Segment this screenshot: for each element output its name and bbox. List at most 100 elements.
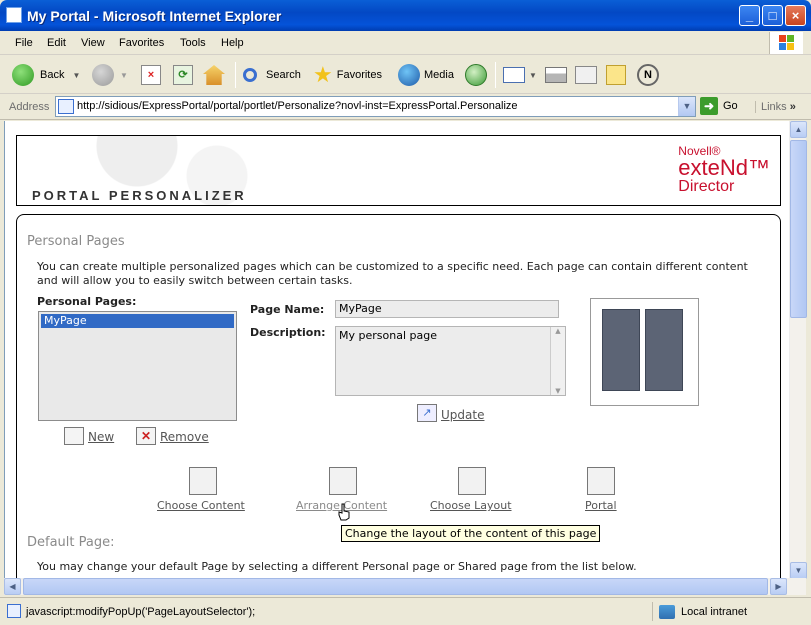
portal-icon[interactable] <box>587 467 615 495</box>
personalize-panel: Personal Pages You can create multiple p… <box>16 214 781 579</box>
favorites-button[interactable]: ★ Favorites <box>313 62 382 88</box>
go-label: Go <box>723 100 738 112</box>
messenger-button[interactable]: N <box>637 62 659 88</box>
mail-icon <box>503 67 525 83</box>
choose-layout-icon[interactable] <box>458 467 486 495</box>
edit-icon <box>575 66 597 84</box>
ie-app-icon <box>6 7 22 23</box>
go-arrow-icon: ➜ <box>700 97 718 115</box>
address-url: http://sidious/ExpressPortal/portal/port… <box>77 100 518 112</box>
edit-button[interactable] <box>575 62 597 88</box>
security-zone: Local intranet <box>652 602 802 621</box>
page-name-label: Page Name: <box>250 303 325 316</box>
mail-button[interactable]: ▼ <box>503 62 537 88</box>
zone-label: Local intranet <box>681 605 748 618</box>
scroll-down-icon[interactable]: ▼ <box>790 562 807 579</box>
maximize-button[interactable]: □ <box>762 5 783 26</box>
menu-view[interactable]: View <box>81 37 105 49</box>
minimize-button[interactable]: _ <box>739 5 760 26</box>
portal-header: PORTAL PERSONALIZER Novell® exteNd™ Dire… <box>16 135 781 206</box>
list-item[interactable]: MyPage <box>41 314 234 328</box>
novell-extend-logo: Novell® exteNd™ Director <box>678 145 770 195</box>
tooltip: Change the layout of the content of this… <box>341 525 601 542</box>
search-button[interactable]: Search <box>243 62 301 88</box>
menu-tools[interactable]: Tools <box>180 37 206 49</box>
address-label: Address <box>9 101 50 113</box>
default-page-text: You may change your default Page by sele… <box>37 560 637 573</box>
history-icon <box>465 64 487 86</box>
layout-column-left <box>602 309 640 391</box>
menu-edit[interactable]: Edit <box>47 37 66 49</box>
new-link[interactable]: New <box>88 430 114 444</box>
home-button[interactable] <box>203 62 225 88</box>
choose-layout-link[interactable]: Choose Layout <box>430 499 512 512</box>
home-icon <box>203 65 225 85</box>
layout-preview <box>590 298 699 406</box>
scroll-right-icon[interactable]: ▶ <box>770 578 787 595</box>
windows-logo <box>769 32 803 54</box>
scroll-up-icon[interactable]: ▲ <box>790 121 807 138</box>
description-scrollbar[interactable]: ▲ ▼ <box>550 327 565 395</box>
portal-link[interactable]: Portal <box>585 499 617 512</box>
personal-pages-list[interactable]: MyPage <box>38 311 237 421</box>
h-scroll-thumb[interactable] <box>23 578 768 595</box>
scroll-down-icon[interactable]: ▼ <box>551 387 565 395</box>
new-page-icon[interactable] <box>64 427 84 445</box>
chevron-down-icon: ▼ <box>120 70 128 80</box>
layout-column-right <box>645 309 683 391</box>
update-link[interactable]: Update <box>441 408 484 422</box>
chevron-down-icon: ▼ <box>72 70 81 80</box>
go-button[interactable]: ➜ Go <box>700 97 738 115</box>
address-bar: Address http://sidious/ExpressPortal/por… <box>0 94 811 120</box>
status-bar: javascript:modifyPopUp('PageLayoutSelect… <box>0 597 811 625</box>
links-button[interactable]: Links » <box>755 101 796 113</box>
page-icon <box>58 99 74 114</box>
close-button[interactable]: × <box>785 5 806 26</box>
discuss-button[interactable] <box>606 62 626 88</box>
logo-director: Director <box>678 178 735 195</box>
favorites-label: Favorites <box>336 69 382 81</box>
title-bar: My Portal - Microsoft Internet Explorer … <box>0 0 811 31</box>
status-message: javascript:modifyPopUp('PageLayoutSelect… <box>26 606 256 618</box>
choose-content-icon[interactable] <box>189 467 217 495</box>
arrange-content-icon[interactable] <box>329 467 357 495</box>
personal-pages-list-label: Personal Pages: <box>37 295 137 308</box>
novell-n-icon: N <box>637 64 659 86</box>
scroll-up-icon[interactable]: ▲ <box>551 327 565 335</box>
description-field[interactable]: My personal page ▲ ▼ <box>335 326 566 396</box>
menu-file[interactable]: File <box>15 37 33 49</box>
vertical-scrollbar[interactable]: ▲ ▼ <box>789 121 807 579</box>
status-page-icon <box>7 604 21 618</box>
scroll-left-icon[interactable]: ◀ <box>4 578 21 595</box>
refresh-button[interactable]: ⟳ <box>173 62 193 88</box>
media-label: Media <box>424 69 454 81</box>
star-icon: ★ <box>313 62 333 87</box>
forward-button[interactable]: ▼ <box>92 62 128 88</box>
scroll-thumb[interactable] <box>790 140 807 318</box>
intranet-icon <box>659 604 675 619</box>
choose-content-link[interactable]: Choose Content <box>157 499 245 512</box>
stop-button[interactable]: × <box>141 62 161 88</box>
links-label: Links <box>761 101 787 113</box>
description-value: My personal page <box>339 329 437 342</box>
chevron-down-icon: ▼ <box>529 70 537 80</box>
logo-extend: exteNd™ <box>678 155 770 180</box>
horizontal-scrollbar[interactable]: ◀ ▶ <box>4 578 806 595</box>
menu-favorites[interactable]: Favorites <box>119 37 164 49</box>
address-dropdown-icon[interactable]: ▼ <box>678 97 695 116</box>
history-button[interactable] <box>465 62 487 88</box>
page-name-field[interactable]: MyPage <box>335 300 559 318</box>
search-icon <box>243 68 257 82</box>
print-icon <box>545 67 567 83</box>
back-button[interactable]: Back ▼ <box>12 62 80 88</box>
address-input[interactable]: http://sidious/ExpressPortal/portal/port… <box>55 96 696 117</box>
update-icon[interactable]: ↗ <box>417 404 437 422</box>
description-label: Description: <box>250 326 326 339</box>
print-button[interactable] <box>545 62 567 88</box>
menu-help[interactable]: Help <box>221 37 244 49</box>
default-page-heading: Default Page: <box>27 535 115 550</box>
remove-link[interactable]: Remove <box>160 430 209 444</box>
media-button[interactable]: Media <box>398 62 454 88</box>
search-label: Search <box>266 69 301 81</box>
remove-icon[interactable]: ✕ <box>136 427 156 445</box>
